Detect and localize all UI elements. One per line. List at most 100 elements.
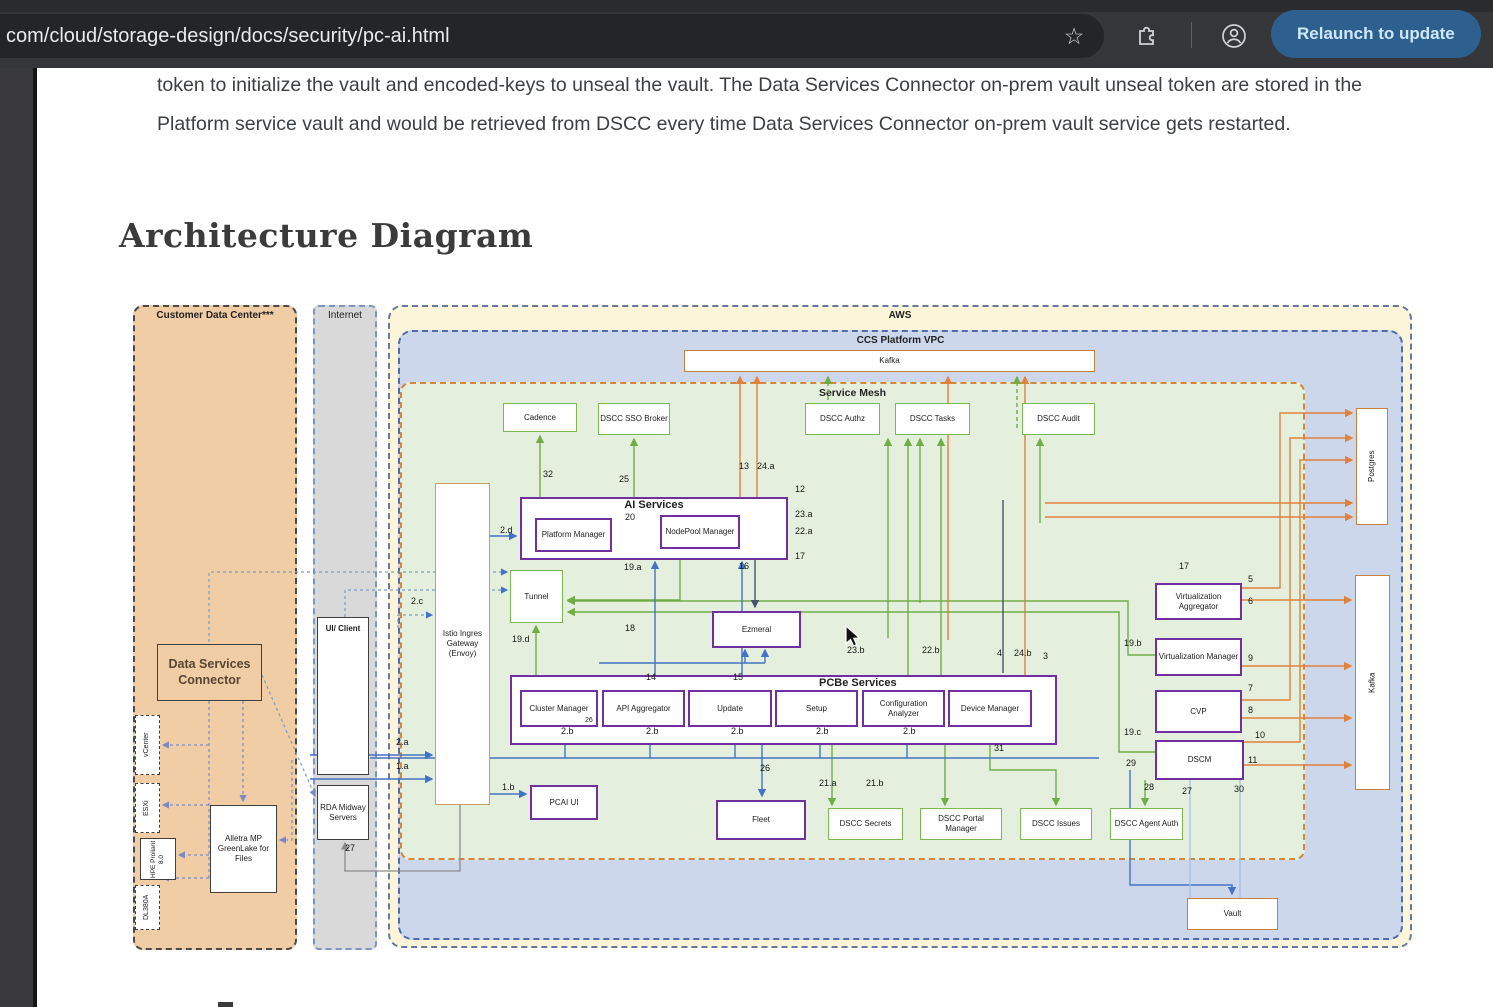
edge-label: 17 — [1179, 561, 1189, 571]
ezmeral-node: Ezmeral — [712, 611, 801, 648]
edge-label: 5 — [1248, 574, 1253, 584]
body-paragraph: token to initialize the vault and encode… — [157, 66, 1429, 143]
edge-label: 28 — [1144, 782, 1154, 792]
edge-label: 2.d — [500, 525, 513, 535]
edge-label: 19.b — [1124, 638, 1142, 648]
edge-label: 2.b — [903, 726, 916, 736]
edge-label: 29 — [1126, 758, 1136, 768]
dscc-issues-node: DSCC Issues — [1020, 808, 1092, 840]
edge-label: 10 — [1255, 730, 1265, 740]
edge-label: 22.b — [922, 645, 940, 655]
address-bar[interactable]: com/cloud/storage-design/docs/security/p… — [0, 14, 1104, 58]
alletra-greenlake-node: Alletra MP GreenLake for Files — [210, 805, 277, 893]
edge-label: 2.b — [561, 726, 574, 736]
edge-label: 18 — [625, 623, 635, 633]
virtualization-manager-node: Virtualization Manager — [1155, 638, 1242, 676]
data-services-connector-node: Data Services Connector — [157, 644, 262, 701]
edge-label: 32 — [543, 469, 553, 479]
esxi-node: ESXi — [135, 783, 160, 833]
tunnel-node: Tunnel — [510, 570, 563, 623]
kafka-right-node: Kafka — [1355, 575, 1390, 790]
relaunch-button[interactable]: Relaunch to update — [1271, 10, 1481, 58]
edge-label: 7 — [1248, 683, 1253, 693]
edge-label: 2.b — [816, 726, 829, 736]
profile-icon[interactable] — [1216, 18, 1252, 54]
update-node: Update — [688, 690, 772, 727]
edge-label: 26 — [760, 763, 770, 773]
edge-label: 23.a — [795, 509, 813, 519]
ai-services-label: AI Services — [520, 499, 788, 511]
edge-label: 14 — [646, 672, 656, 682]
setup-node: Setup — [775, 690, 858, 727]
dscc-secrets-node: DSCC Secrets — [828, 808, 903, 840]
edge-label: 22.a — [795, 526, 813, 536]
vcenter-node: vCenter — [135, 715, 160, 775]
vault-node: Vault — [1187, 898, 1278, 930]
nodepool-manager-node: NodePool Manager — [660, 515, 740, 549]
dscc-sso-broker-node: DSCC SSO Broker — [598, 403, 670, 435]
dscc-authz-node: DSCC Authz — [805, 403, 880, 435]
extensions-icon[interactable] — [1129, 18, 1165, 54]
ui-client-node: UI/ Client — [317, 617, 369, 775]
edge-label: 4 — [997, 648, 1002, 658]
edge-label: 2.b — [646, 726, 659, 736]
next-heading-partial — [218, 1002, 233, 1007]
url-text[interactable]: com/cloud/storage-design/docs/security/p… — [0, 25, 450, 48]
pcbe-services-label: PCBe Services — [819, 677, 897, 689]
edge-label: 31 — [994, 743, 1004, 753]
mouse-cursor — [845, 626, 867, 650]
edge-label: 11 — [1248, 755, 1257, 765]
edge-label: 19.a — [624, 562, 642, 572]
edge-label: 21.b — [866, 778, 884, 788]
edge-label: 30 — [1234, 784, 1244, 794]
edge-label: 12 — [795, 484, 805, 494]
api-aggregator-node: API Aggregator — [602, 690, 685, 727]
edge-label: 2.c — [411, 596, 423, 606]
edge-label: 2.a — [396, 737, 409, 747]
cvp-node: CVP — [1155, 690, 1242, 733]
dl380a-node: DL380A — [135, 885, 160, 930]
edge-label: 1.a — [396, 761, 409, 771]
edge-label: 19.d — [512, 634, 530, 644]
edge-label: 20 — [625, 512, 635, 522]
edge-label: 25 — [619, 474, 629, 484]
edge-label: 1.b — [502, 782, 515, 792]
hpe-proliant-node: HPE Proliant 8.0 — [140, 838, 176, 880]
pcai-ui-node: PCAI UI — [530, 785, 598, 820]
edge-label: 19.c — [1124, 727, 1141, 737]
virtualization-aggregator-node: Virtualization Aggregator — [1155, 583, 1242, 620]
edge-label: 16 — [739, 561, 749, 571]
cadence-node: Cadence — [503, 403, 577, 432]
dscc-audit-node: DSCC Audit — [1022, 403, 1095, 435]
edge-label: 2.b — [731, 726, 744, 736]
fleet-node: Fleet — [716, 800, 806, 840]
rda-midway-servers-node: RDA Midway Servers — [317, 785, 369, 840]
dscc-portal-manager-node: DSCC Portal Manager — [920, 808, 1002, 840]
dscm-node: DSCM — [1155, 740, 1244, 780]
configuration-analyzer-node: Configuration Analyzer — [862, 690, 945, 727]
architecture-diagram: Customer Data Center*** Internet AWS CCS… — [119, 293, 1414, 958]
postgres-node: Postgres — [1356, 408, 1388, 525]
platform-manager-node: Platform Manager — [535, 518, 612, 552]
edge-label: 21.a — [819, 778, 837, 788]
window-left-edge — [33, 68, 37, 1007]
toolbar-divider — [1191, 22, 1192, 48]
edge-label: 8 — [1248, 705, 1253, 715]
window-left-strip — [0, 68, 33, 1007]
cluster-manager-subscript: 26 — [585, 717, 593, 724]
edge-label: 13 — [739, 461, 749, 471]
device-manager-node: Device Manager — [948, 690, 1032, 727]
dscc-agent-auth-node: DSCC Agent Auth — [1110, 808, 1183, 840]
edge-label: 3 — [1043, 651, 1048, 661]
dscc-tasks-node: DSCC Tasks — [895, 403, 970, 435]
edge-label: 27 — [1182, 786, 1192, 796]
istio-ingress-gateway-node: Istio Ingres Gateway (Envoy) — [435, 483, 490, 805]
edge-label: 24.b — [1014, 648, 1032, 658]
bookmark-star-icon[interactable]: ☆ — [1052, 14, 1096, 58]
edge-label: 15 — [733, 672, 743, 682]
edge-label: 24.a — [757, 461, 775, 471]
edge-label: 27 — [345, 843, 355, 853]
edge-label: 9 — [1248, 653, 1253, 663]
edge-label: 17 — [795, 551, 805, 561]
tab-strip — [0, 0, 1493, 12]
